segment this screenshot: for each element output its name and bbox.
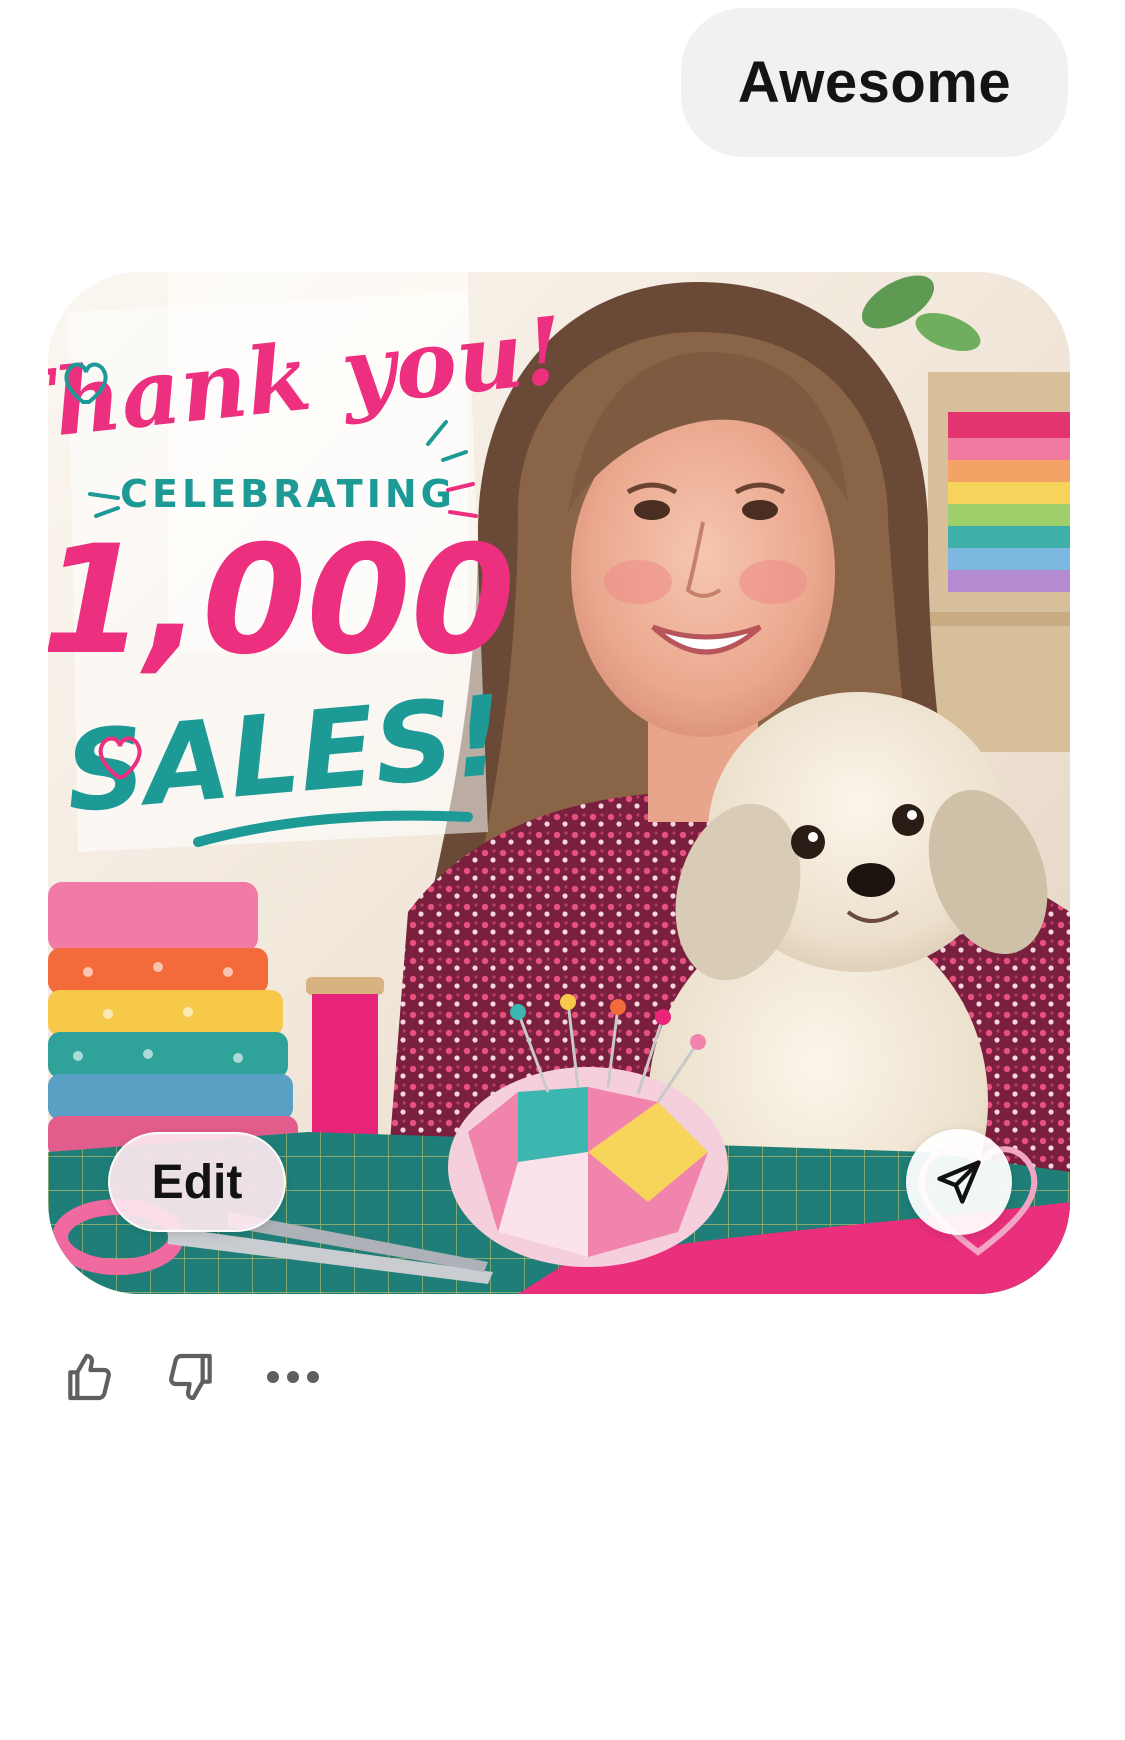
more-icon [267, 1371, 319, 1383]
subhead-text: CELEBRATING [120, 472, 456, 516]
thumbs-up-icon [68, 1353, 111, 1401]
share-image-button[interactable] [906, 1129, 1012, 1235]
user-message-bubble: Awesome [681, 8, 1068, 157]
feedback-actions [48, 1342, 368, 1412]
number-text: 1,000 [48, 514, 515, 688]
edit-image-button[interactable]: Edit [108, 1132, 286, 1232]
send-icon [937, 1160, 981, 1204]
dislike-button[interactable] [156, 1342, 226, 1412]
user-message-text: Awesome [737, 50, 1012, 115]
thumbs-down-icon [169, 1353, 212, 1401]
like-button[interactable] [54, 1342, 124, 1412]
edit-button-label: Edit [151, 1155, 243, 1209]
more-options-button[interactable] [258, 1342, 328, 1412]
